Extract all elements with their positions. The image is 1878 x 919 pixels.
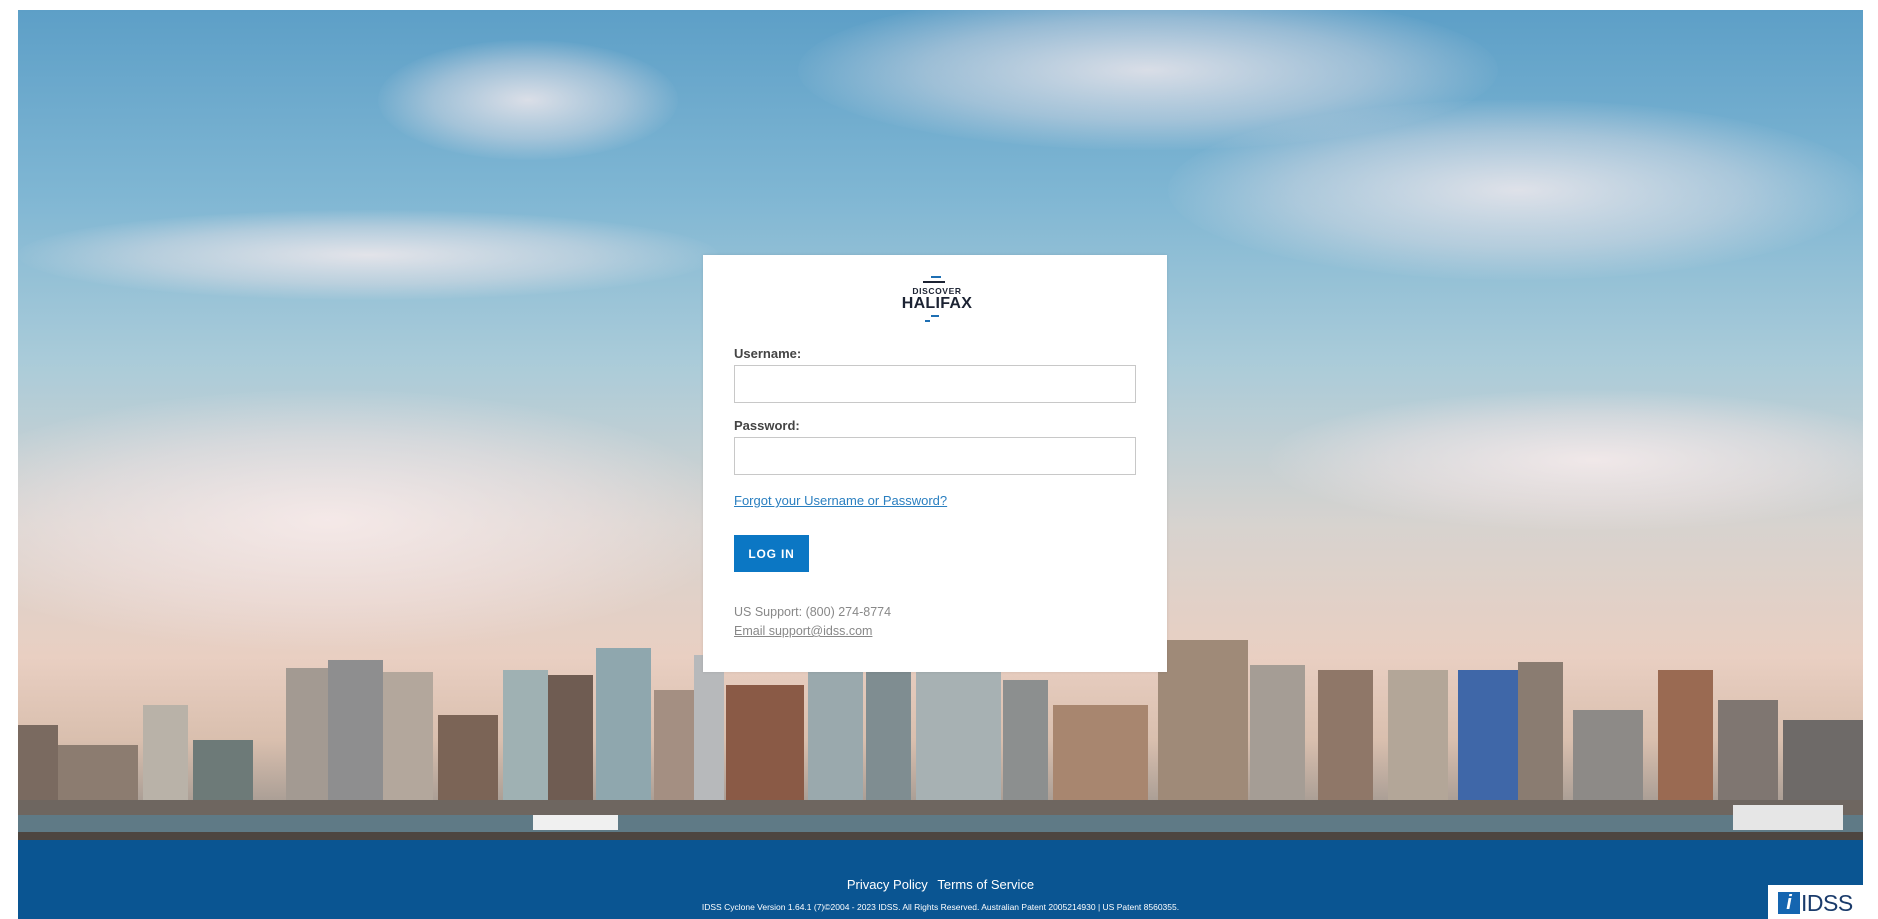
password-input[interactable]: [734, 437, 1136, 475]
login-button[interactable]: LOG IN: [734, 535, 809, 572]
logo-line-halifax: HALIFAX: [901, 295, 973, 312]
footer: Privacy Policy Terms of Service IDSS Cyc…: [18, 840, 1863, 919]
username-input[interactable]: [734, 365, 1136, 403]
support-phone: US Support: (800) 274-8774: [734, 605, 892, 619]
footer-links: Privacy Policy Terms of Service: [18, 877, 1863, 892]
page: DISCOVER HALIFAX Username: Password: For…: [18, 10, 1863, 919]
terms-of-service-link[interactable]: Terms of Service: [937, 877, 1034, 892]
idss-logo: i IDSS: [1768, 885, 1863, 919]
privacy-policy-link[interactable]: Privacy Policy: [847, 877, 928, 892]
idss-logo-text: IDSS: [1801, 890, 1853, 916]
support-email-link[interactable]: Email support@idss.com: [734, 624, 872, 638]
login-card: DISCOVER HALIFAX Username: Password: For…: [703, 255, 1167, 672]
footer-copyright: IDSS Cyclone Version 1.64.1 (7)©2004 - 2…: [701, 902, 1180, 912]
discover-halifax-logo: DISCOVER HALIFAX: [901, 273, 973, 325]
username-label: Username:: [734, 346, 802, 361]
idss-logo-mark: i: [1778, 892, 1800, 914]
forgot-credentials-link[interactable]: Forgot your Username or Password?: [734, 493, 947, 508]
password-label: Password:: [734, 418, 800, 433]
